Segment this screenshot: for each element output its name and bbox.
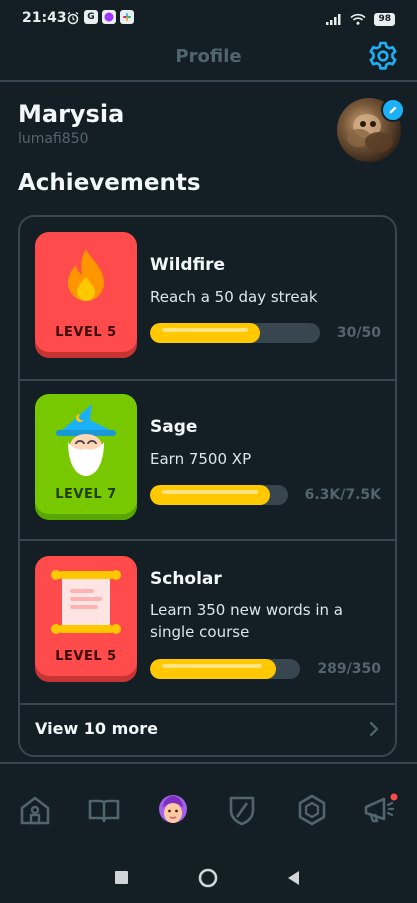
home-button[interactable] [197, 867, 219, 893]
progress-bar [150, 485, 288, 505]
page-title: Profile [175, 46, 242, 67]
chevron-right-icon [369, 721, 379, 741]
achievement-title: Wildfire [150, 255, 226, 275]
profile-username: lumafi850 [18, 131, 89, 147]
shield-icon[interactable] [224, 792, 260, 828]
book-icon[interactable] [86, 792, 122, 828]
notification-icons: G [66, 10, 134, 29]
achievement-description: Learn 350 new words in a single course [150, 601, 343, 641]
pencil-icon[interactable] [381, 98, 405, 122]
achievement-wildfire[interactable]: LEVEL 5 Wildfire Reach a 50 day streak 3… [20, 217, 395, 381]
top-header: Profile [0, 36, 417, 82]
view-more-label: View 10 more [35, 719, 159, 738]
status-time: 21:43 [22, 10, 67, 26]
progress-bar-fill [150, 323, 260, 343]
progress-count: 289/350 [317, 661, 381, 677]
progress-count: 30/50 [336, 325, 381, 341]
google-icon: G [84, 10, 98, 24]
progress-bar [150, 323, 320, 343]
achievements-heading: Achievements [18, 170, 201, 196]
megaphone-icon[interactable] [362, 792, 398, 828]
profile-icon[interactable] [155, 792, 191, 828]
view-more-button[interactable]: View 10 more [20, 705, 395, 755]
achievement-title: Scholar [150, 569, 222, 589]
wizard-icon [35, 402, 137, 478]
flame-icon [35, 240, 137, 316]
achievement-scholar[interactable]: LEVEL 5 Scholar Learn 350 new words in a… [20, 539, 395, 705]
progress-bar-fill [150, 659, 276, 679]
achievement-description: Reach a 50 day streak [150, 288, 318, 306]
achievement-badge: LEVEL 5 [35, 232, 137, 352]
gear-icon[interactable] [367, 40, 399, 72]
slack-icon [120, 10, 134, 24]
battery-icon: 98 [374, 13, 395, 26]
achievement-sage[interactable]: LEVEL 7 Sage Earn 7500 XP 6.3K/7.5K [20, 377, 395, 541]
progress-count: 6.3K/7.5K [304, 487, 381, 503]
hexagon-icon[interactable] [294, 792, 330, 828]
achievement-level: LEVEL 7 [55, 487, 117, 502]
status-bar: 21:43 G 98 [0, 0, 417, 36]
recents-button[interactable] [114, 870, 130, 890]
back-button[interactable] [286, 870, 302, 890]
achievement-level: LEVEL 5 [55, 325, 117, 340]
wifi-icon [350, 10, 367, 29]
progress-bar-fill [150, 485, 270, 505]
system-status-icons: 98 [326, 10, 395, 29]
alarm-icon [66, 10, 80, 29]
achievement-badge: LEVEL 5 [35, 556, 137, 676]
messenger-icon [102, 10, 116, 24]
home-icon[interactable] [17, 792, 53, 828]
scroll-icon [35, 564, 137, 640]
achievement-title: Sage [150, 417, 198, 437]
system-navigation-bar [0, 852, 417, 903]
achievement-level: LEVEL 5 [55, 649, 117, 664]
achievement-description: Earn 7500 XP [150, 450, 252, 468]
signal-icon [326, 10, 342, 29]
progress-bar [150, 659, 300, 679]
profile-name: Marysia [18, 100, 125, 128]
achievement-badge: LEVEL 7 [35, 394, 137, 514]
achievements-card: LEVEL 5 Wildfire Reach a 50 day streak 3… [18, 215, 397, 757]
bottom-nav [0, 762, 417, 854]
